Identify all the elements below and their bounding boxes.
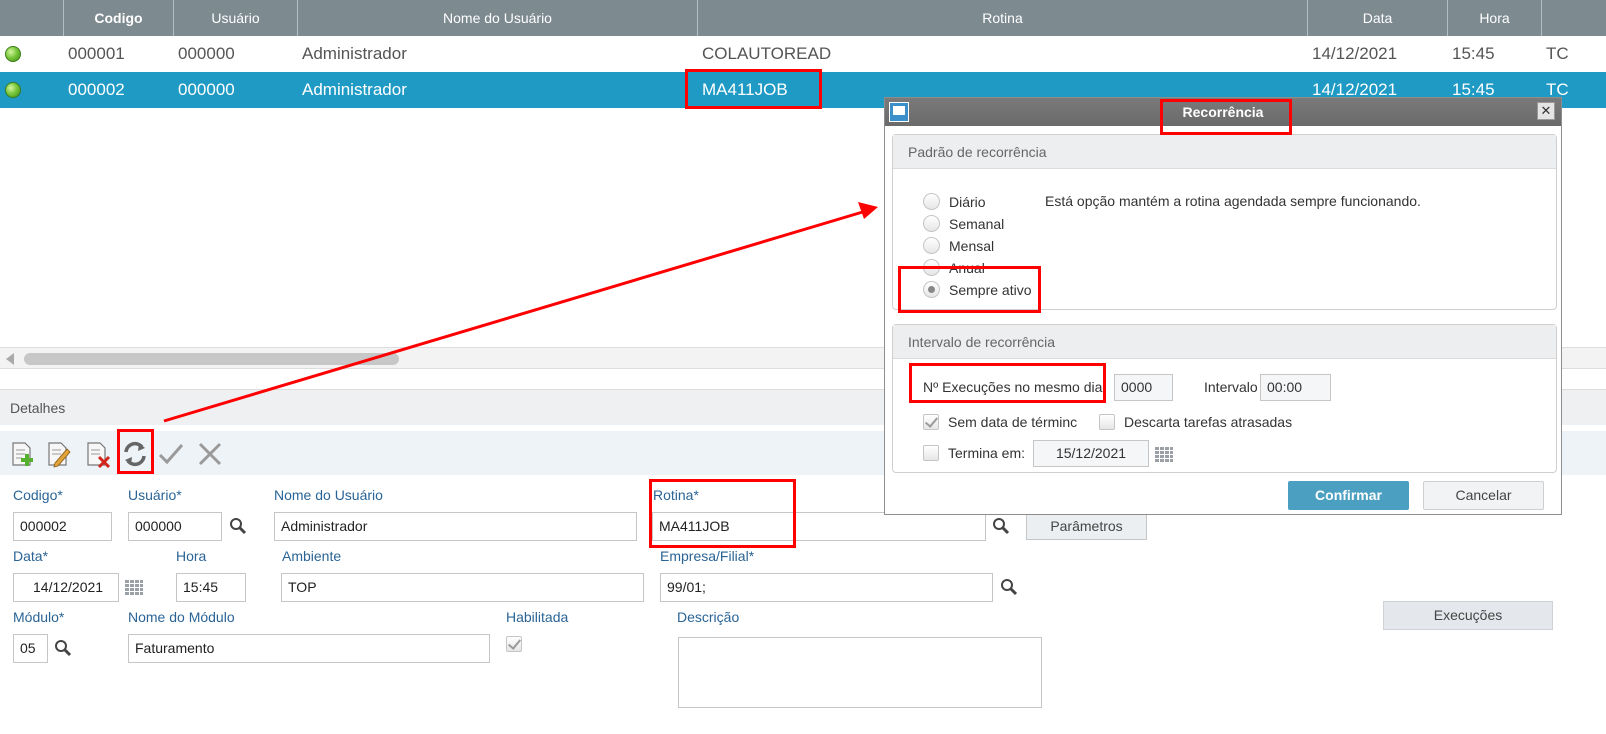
highlight-dialog-title xyxy=(1160,99,1292,135)
highlight-rotina-field xyxy=(649,479,796,548)
arrow-head xyxy=(858,202,878,219)
nome-usuario-label: Nome do Usuário xyxy=(274,487,383,503)
intervalo-recorrencia-title: Intervalo de recorrência xyxy=(908,334,1056,350)
intervalo-field[interactable]: 00:00 xyxy=(1260,374,1331,401)
column-header-hora[interactable]: Hora xyxy=(1448,0,1542,36)
descricao-textarea[interactable] xyxy=(678,637,1042,708)
hora-field[interactable]: 15:45 xyxy=(176,573,246,602)
codigo-label: Codigo* xyxy=(13,487,63,503)
calendar-icon[interactable] xyxy=(1154,446,1174,464)
descarta-tarefas-label: Descarta tarefas atrasadas xyxy=(1124,414,1293,430)
cell-nome: Administrador xyxy=(302,44,407,63)
confirm-check-icon[interactable] xyxy=(157,440,185,468)
cell-rotina: COLAUTOREAD xyxy=(702,44,832,63)
status-green-icon xyxy=(5,46,21,62)
radio-button[interactable] xyxy=(923,215,940,232)
scroll-left-icon[interactable] xyxy=(6,353,14,365)
cell-usuario: 000000 xyxy=(178,80,235,99)
column-header-nome[interactable]: Nome do Usuário xyxy=(298,0,698,36)
data-field[interactable]: 14/12/2021 xyxy=(13,573,119,602)
details-title: Detalhes xyxy=(10,400,66,416)
padrao-recorrencia-title: Padrão de recorrência xyxy=(908,144,1047,160)
codigo-field[interactable]: 000002 xyxy=(13,512,112,541)
nome-modulo-label: Nome do Módulo xyxy=(128,609,235,625)
highlight-execucoes-mesmo-dia xyxy=(909,363,1106,403)
search-empresa-icon[interactable] xyxy=(1000,578,1018,596)
empresa-filial-label: Empresa/Filial* xyxy=(660,548,755,564)
close-icon[interactable]: ✕ xyxy=(1537,102,1555,120)
column-header-extra[interactable] xyxy=(1542,0,1606,36)
ambiente-field[interactable]: TOP xyxy=(281,573,644,602)
table-row[interactable]: 000001 000000 Administrador COLAUTOREAD … xyxy=(0,36,1606,72)
edit-record-icon[interactable] xyxy=(45,440,73,468)
termina-em-checkbox[interactable] xyxy=(923,445,939,461)
usuario-field[interactable]: 000000 xyxy=(128,512,222,541)
radio-button[interactable] xyxy=(923,193,940,210)
status-column-header xyxy=(0,0,64,36)
habilitada-label: Habilitada xyxy=(506,609,569,625)
termina-em-field[interactable]: 15/12/2021 xyxy=(1033,440,1149,467)
padrao-recorrencia-header: Padrão de recorrência xyxy=(893,135,1556,169)
delete-record-icon[interactable] xyxy=(84,440,112,468)
cell-codigo: 000001 xyxy=(68,44,125,63)
radio-button[interactable] xyxy=(923,237,940,254)
modulo-label: Módulo* xyxy=(13,609,65,625)
column-header-rotina[interactable]: Rotina xyxy=(698,0,1308,36)
grid-header: Codigo Usuário Nome do Usuário Rotina Da… xyxy=(0,0,1606,36)
cell-hora: 15:45 xyxy=(1452,44,1495,63)
column-header-codigo[interactable]: Codigo xyxy=(64,0,174,36)
cancel-x-icon[interactable] xyxy=(196,440,224,468)
cell-codigo: 000002 xyxy=(68,80,125,99)
cell-data: 14/12/2021 xyxy=(1312,44,1398,63)
intervalo-recorrencia-header: Intervalo de recorrência xyxy=(893,325,1556,359)
radio-label: Diário xyxy=(949,194,986,210)
habilitada-checkbox[interactable] xyxy=(506,636,522,652)
nome-modulo-field[interactable]: Faturamento xyxy=(128,634,490,663)
highlight-sempre-ativo xyxy=(898,266,1041,313)
intervalo-label: Intervalo xyxy=(1204,379,1258,395)
new-record-icon[interactable] xyxy=(9,440,37,468)
radio-label: Semanal xyxy=(949,216,1005,232)
usuario-label: Usuário* xyxy=(128,487,182,503)
parametros-button[interactable]: Parâmetros xyxy=(1026,512,1147,540)
cell-extra: TC xyxy=(1546,44,1569,63)
data-label: Data* xyxy=(13,548,49,564)
nome-usuario-field[interactable]: Administrador xyxy=(274,512,637,541)
descarta-tarefas-checkbox[interactable] xyxy=(1099,414,1115,430)
search-usuario-icon[interactable] xyxy=(229,517,247,535)
empresa-filial-field[interactable]: 99/01; xyxy=(660,573,993,602)
column-header-data[interactable]: Data xyxy=(1308,0,1448,36)
search-modulo-icon[interactable] xyxy=(54,639,72,657)
sem-data-termino-checkbox[interactable] xyxy=(923,414,939,430)
scrollbar-thumb[interactable] xyxy=(24,353,399,365)
highlight-rotina-cell xyxy=(685,69,822,109)
execucoes-button[interactable]: Execuções xyxy=(1383,601,1553,630)
calendar-icon[interactable] xyxy=(124,579,144,597)
cancelar-button[interactable]: Cancelar xyxy=(1423,481,1544,510)
search-rotina-icon[interactable] xyxy=(992,517,1010,535)
column-header-usuario[interactable]: Usuário xyxy=(174,0,298,36)
hora-label: Hora xyxy=(176,548,207,564)
ambiente-label: Ambiente xyxy=(282,548,342,564)
highlight-refresh-button xyxy=(117,429,154,474)
termina-em-label: Termina em: xyxy=(948,445,1026,461)
execucoes-mesmo-dia-field[interactable]: 0000 xyxy=(1114,374,1173,401)
recorrencia-description: Está opção mantém a rotina agendada semp… xyxy=(1045,193,1421,209)
descricao-label: Descrição xyxy=(677,609,740,625)
cell-usuario: 000000 xyxy=(178,44,235,63)
cell-nome: Administrador xyxy=(302,80,407,99)
sem-data-termino-label: Sem data de términc xyxy=(948,414,1078,430)
modulo-field[interactable]: 05 xyxy=(13,634,48,663)
radio-label: Mensal xyxy=(949,238,995,254)
confirmar-button[interactable]: Confirmar xyxy=(1288,481,1409,510)
status-green-icon xyxy=(5,82,21,98)
